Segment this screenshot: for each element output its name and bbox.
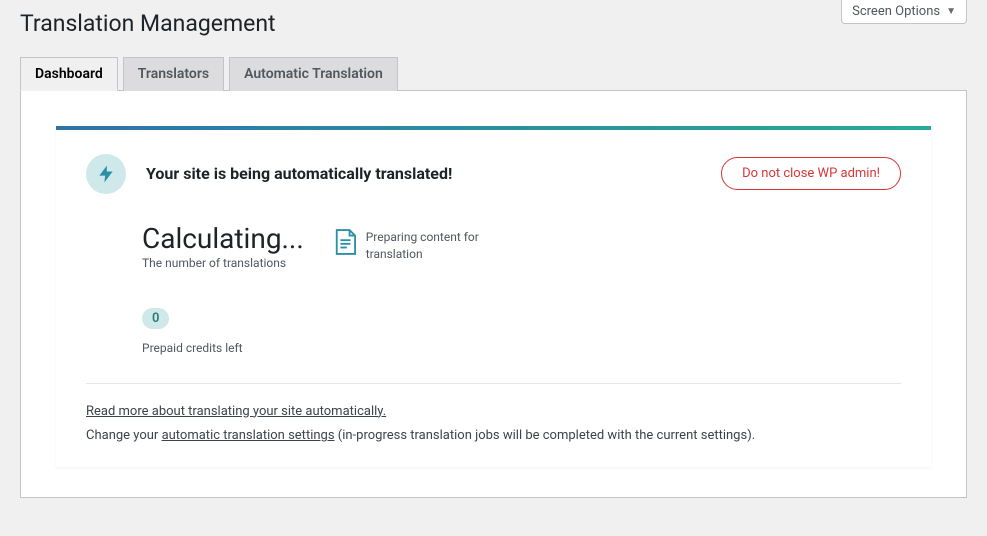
tab-dashboard[interactable]: Dashboard [20, 57, 118, 91]
status-header: Your site is being automatically transla… [86, 154, 901, 194]
tab-translators[interactable]: Translators [123, 57, 224, 91]
status-body: Calculating... The number of translation… [142, 224, 901, 270]
calculating-block: Calculating... The number of translation… [142, 224, 304, 270]
page-title: Translation Management [20, 0, 967, 57]
credits-value: 0 [142, 308, 169, 329]
calculating-subtitle: The number of translations [142, 256, 304, 270]
dashboard-panel: Your site is being automatically transla… [20, 91, 967, 498]
preparing-text: Preparing content for translation [366, 229, 486, 263]
document-icon [334, 229, 356, 255]
status-heading: Your site is being automatically transla… [146, 164, 701, 183]
calculating-title: Calculating... [142, 224, 304, 255]
read-more-link[interactable]: Read more about translating your site au… [86, 404, 386, 419]
nav-tabs: Dashboard Translators Automatic Translat… [20, 57, 967, 91]
footer-links: Read more about translating your site au… [86, 400, 901, 449]
credits-block: 0 Prepaid credits left [142, 308, 901, 355]
screen-options-label: Screen Options [852, 4, 940, 19]
change-suffix: (in-progress translation jobs will be co… [335, 428, 756, 443]
change-prefix: Change your [86, 428, 162, 443]
screen-options-button[interactable]: Screen Options ▼ [841, 0, 967, 24]
lightning-icon [86, 154, 126, 194]
settings-link[interactable]: automatic translation settings [162, 428, 335, 443]
preparing-block: Preparing content for translation [334, 224, 486, 263]
chevron-down-icon: ▼ [946, 6, 956, 17]
status-box: Your site is being automatically transla… [56, 126, 931, 467]
tab-automatic-translation[interactable]: Automatic Translation [229, 57, 398, 91]
warning-badge: Do not close WP admin! [721, 157, 901, 190]
credits-label: Prepaid credits left [142, 341, 901, 355]
divider [86, 383, 901, 384]
